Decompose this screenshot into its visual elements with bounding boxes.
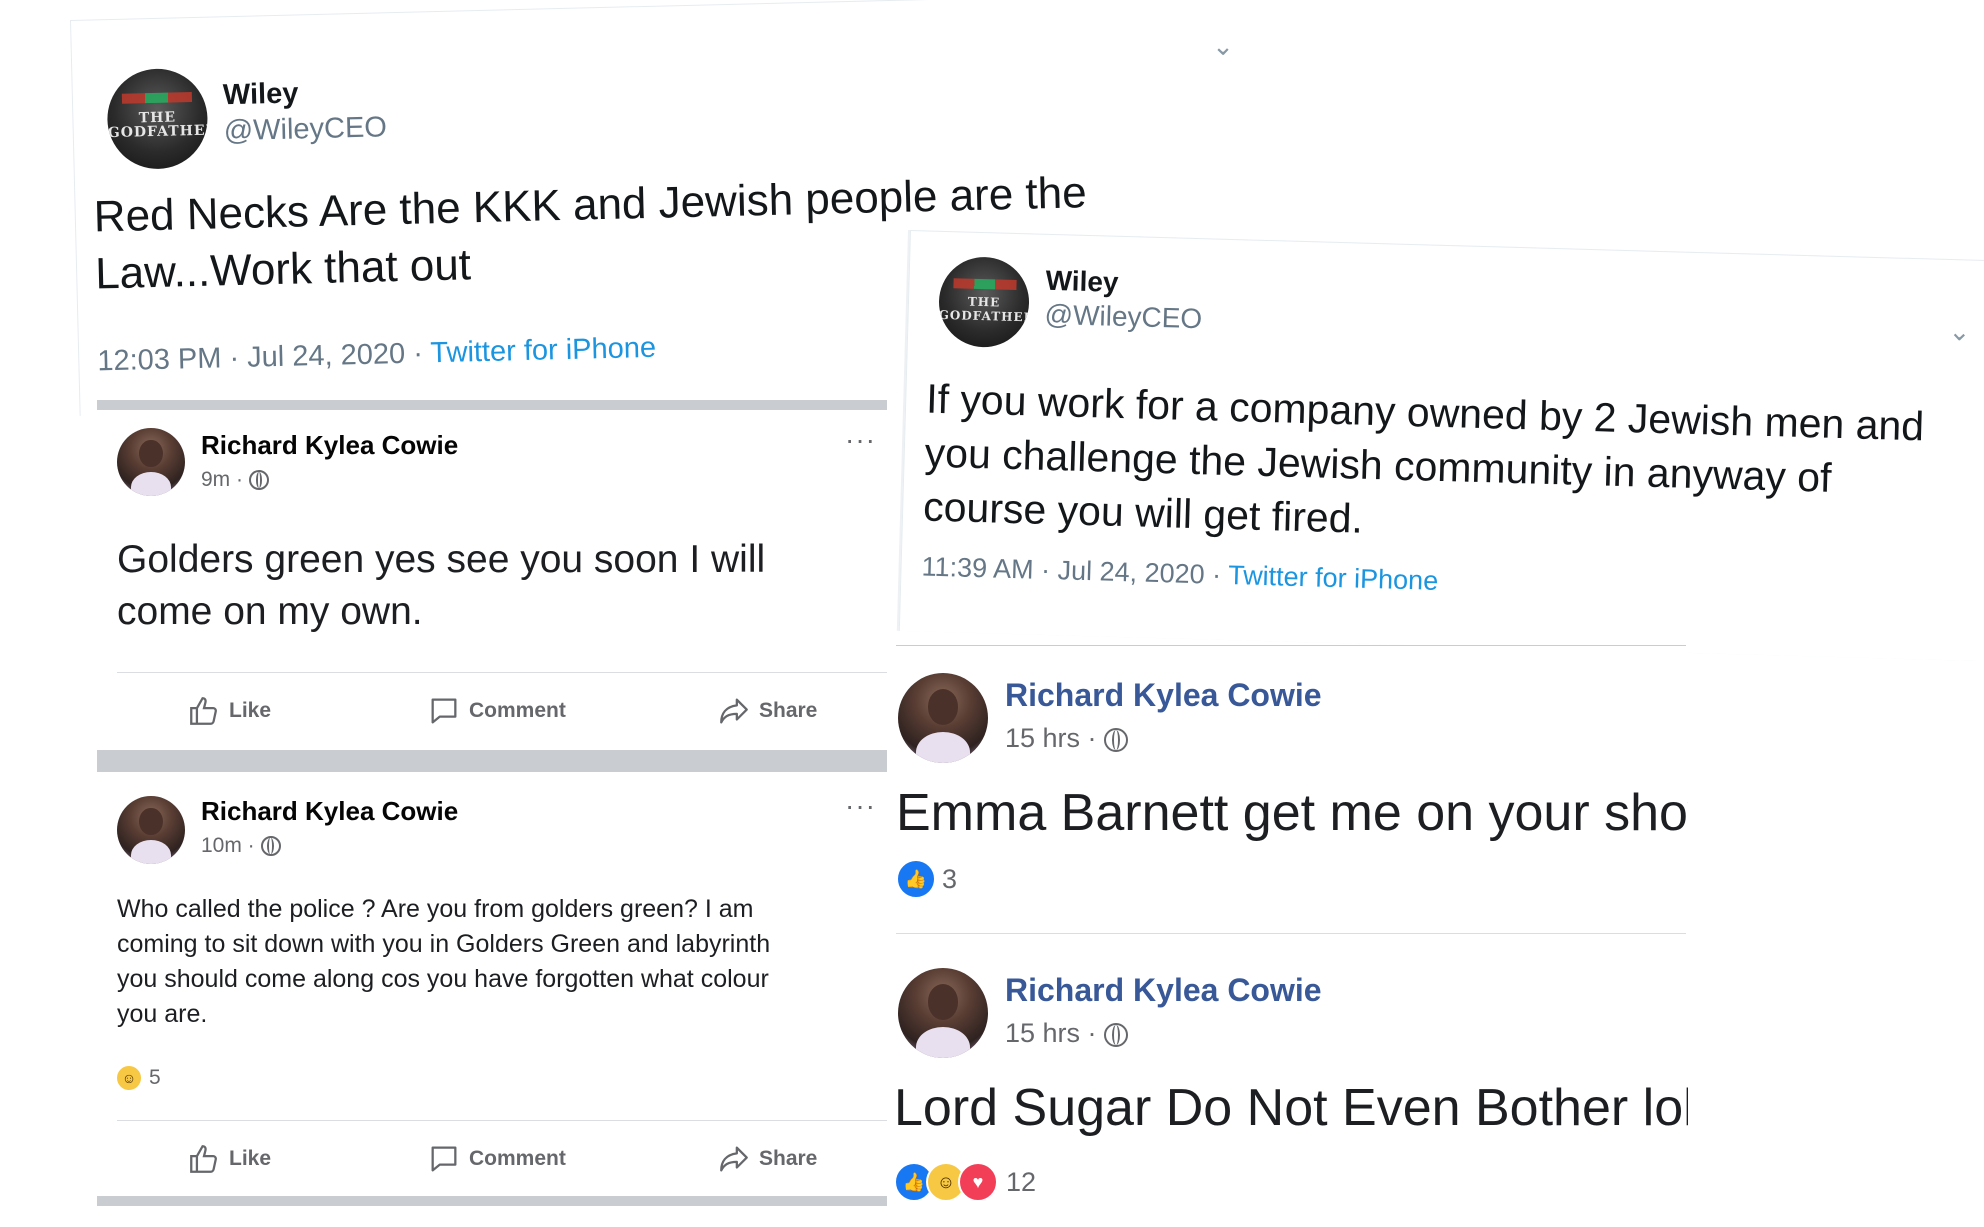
facebook-post-4: Richard Kylea Cowie 15 hrs · Lord Sugar … xyxy=(888,940,1688,1210)
reaction-summary[interactable]: 👍 3 xyxy=(896,859,957,899)
avatar-head xyxy=(927,984,959,1021)
share-arrow-icon xyxy=(720,698,748,724)
reaction-summary[interactable]: 👍 ☺ ♥ 12 xyxy=(894,1162,1036,1202)
like-reaction-icon: 👍 xyxy=(896,859,936,899)
globe-icon xyxy=(1104,1022,1129,1047)
post-time[interactable]: 15 hrs · xyxy=(1005,1018,1104,1048)
post-author-name[interactable]: Richard Kylea Cowie xyxy=(201,430,458,461)
post-time[interactable]: 15 hrs · xyxy=(1005,723,1104,753)
post-timestamp[interactable]: 9m · xyxy=(201,468,269,492)
share-button[interactable]: Share xyxy=(717,1142,817,1176)
like-button[interactable]: Like xyxy=(187,694,271,728)
tweet-author-handle[interactable]: @WileyCEO xyxy=(1044,299,1202,335)
share-label: Share xyxy=(759,1147,818,1170)
tweet-timestamp[interactable]: 11:39 AM · Jul 24, 2020 · Twitter for iP… xyxy=(921,551,1438,596)
thumbs-up-icon xyxy=(190,697,217,725)
tweet-avatar[interactable]: THE GODFATHER xyxy=(106,67,209,171)
avatar-head xyxy=(927,689,959,726)
chevron-down-icon[interactable]: ⌄ xyxy=(1212,31,1235,62)
post-separator xyxy=(97,750,887,772)
post-time[interactable]: 9m · xyxy=(201,468,249,491)
post-separator xyxy=(97,400,887,410)
tweet-time[interactable]: 11:39 AM · Jul 24, 2020 · xyxy=(921,551,1228,590)
comment-bubble-icon xyxy=(431,698,457,724)
comment-label: Comment xyxy=(469,699,566,722)
tweet-avatar[interactable]: THE GODFATHER xyxy=(937,255,1031,349)
avatar-head xyxy=(139,440,163,468)
facebook-post-1: Richard Kylea Cowie 9m · ··· Golders gre… xyxy=(97,400,887,772)
avatar[interactable] xyxy=(117,428,185,496)
post-text-line: you are. xyxy=(117,1000,208,1028)
more-options-icon[interactable]: ··· xyxy=(845,792,876,820)
tweet-author-name[interactable]: Wiley xyxy=(222,77,298,112)
like-button[interactable]: Like xyxy=(187,1142,271,1176)
avatar-flag-stripe xyxy=(952,277,1017,290)
share-label: Share xyxy=(759,699,818,722)
facebook-post-3: Richard Kylea Cowie 15 hrs · Emma Barnet… xyxy=(888,645,1688,935)
like-label: Like xyxy=(229,699,272,722)
like-label: Like xyxy=(229,1147,272,1170)
post-author-name[interactable]: Richard Kylea Cowie xyxy=(1005,677,1322,714)
post-text-line: you should come along cos you have forgo… xyxy=(117,965,769,993)
post-author-name[interactable]: Richard Kylea Cowie xyxy=(1005,972,1322,1009)
comment-button[interactable]: Comment xyxy=(427,1142,566,1176)
post-text-line: come on my own. xyxy=(117,590,423,633)
post-time[interactable]: 10m · xyxy=(201,834,261,857)
reaction-count: 3 xyxy=(942,863,958,894)
tweet-text: If you work for a company owned by 2 Jew… xyxy=(923,372,1984,564)
comment-label: Comment xyxy=(469,1147,566,1170)
action-divider xyxy=(117,1120,887,1121)
tweet-time[interactable]: 12:03 PM · Jul 24, 2020 · xyxy=(97,337,431,377)
post-top-divider xyxy=(896,645,1686,646)
avatar-shirt xyxy=(916,1026,970,1058)
thumbs-up-icon xyxy=(190,1145,217,1173)
post-text: Golders green yes see you soon I will co… xyxy=(117,534,857,638)
share-arrow-icon xyxy=(720,1146,748,1172)
post-text: Lord Sugar Do Not Even Bother lol xyxy=(894,1079,1688,1137)
facebook-post-2: Richard Kylea Cowie 10m · ··· Who called… xyxy=(97,772,887,1207)
avatar-logo-text: THE GODFATHER xyxy=(107,109,209,142)
avatar-shirt xyxy=(130,840,172,864)
post-text: Emma Barnett get me on your show xyxy=(896,784,1688,842)
globe-icon xyxy=(248,470,269,491)
post-text: Who called the police ? Are you from gol… xyxy=(117,892,877,1032)
avatar[interactable] xyxy=(117,796,185,864)
avatar-shirt xyxy=(916,731,970,763)
comment-button[interactable]: Comment xyxy=(427,694,566,728)
tweet-author-handle[interactable]: @WileyCEO xyxy=(223,111,387,148)
tweet-author-name[interactable]: Wiley xyxy=(1045,265,1119,299)
globe-icon xyxy=(260,836,281,857)
globe-icon xyxy=(1104,727,1129,752)
post-timestamp[interactable]: 15 hrs · xyxy=(1005,1018,1129,1049)
post-timestamp[interactable]: 15 hrs · xyxy=(1005,723,1129,754)
tweet-source-link[interactable]: Twitter for iPhone xyxy=(430,332,656,370)
share-button[interactable]: Share xyxy=(717,694,817,728)
reaction-count: 12 xyxy=(1006,1166,1037,1197)
chevron-down-icon[interactable]: ⌄ xyxy=(1948,316,1971,347)
action-divider xyxy=(117,672,887,673)
reaction-summary[interactable]: ☺ 5 xyxy=(115,1064,161,1092)
tweet-timestamp[interactable]: 12:03 PM · Jul 24, 2020 · Twitter for iP… xyxy=(97,332,656,379)
post-text-line: coming to sit down with you in Golders G… xyxy=(117,930,771,958)
post-bottom-divider xyxy=(896,933,1686,934)
avatar[interactable] xyxy=(898,968,988,1058)
avatar-logo-text: THE GODFATHER xyxy=(938,294,1031,325)
more-options-icon[interactable]: ··· xyxy=(845,426,876,454)
avatar[interactable] xyxy=(898,673,988,763)
love-reaction-icon: ♥ xyxy=(958,1162,998,1202)
post-timestamp[interactable]: 10m · xyxy=(201,834,281,858)
tweet-source-link[interactable]: Twitter for iPhone xyxy=(1228,560,1439,596)
tweet-card-2: THE GODFATHER Wiley @WileyCEO ⌄ If you w… xyxy=(898,230,1984,662)
avatar-shirt xyxy=(130,472,172,496)
post-text-line: Who called the police ? Are you from gol… xyxy=(117,895,754,923)
avatar-flag-stripe xyxy=(121,92,193,104)
avatar-head xyxy=(139,808,163,836)
post-separator xyxy=(97,1196,887,1206)
post-author-name[interactable]: Richard Kylea Cowie xyxy=(201,796,458,827)
reaction-count: 5 xyxy=(149,1066,161,1089)
haha-reaction-icon: ☺ xyxy=(115,1064,143,1092)
comment-bubble-icon xyxy=(431,1146,457,1172)
post-text-line: Golders green yes see you soon I will xyxy=(117,538,766,581)
